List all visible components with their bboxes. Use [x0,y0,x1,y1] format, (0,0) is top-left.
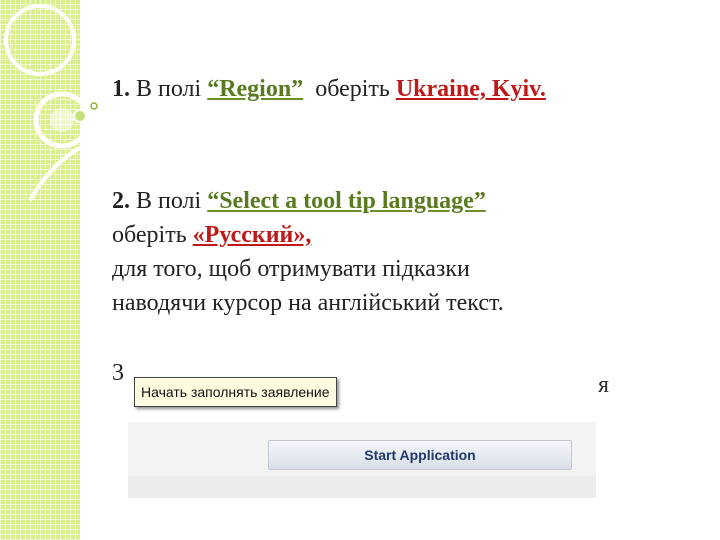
step-2: 2. В полі “Select a tool tip language” о… [112,184,504,320]
step-1-value: Ukraine, Kyiv. [395,76,546,102]
tooltip: Начать заполнять заявление [134,377,337,407]
step-2-line3: для того, щоб отримувати підказки [112,256,470,282]
step-2-number: 2. [112,188,130,214]
step-1-field: “Region” [207,76,304,102]
step-2-line2-pre: оберіть [112,222,193,248]
step-3-fragment: 3 [112,360,124,386]
decorative-circles-icon [4,4,101,202]
step-2-value: «Русский», [192,222,312,248]
step-1-number: 1. [112,76,130,102]
step-1: 1. В полі “Region” оберіть Ukraine, Kyiv… [112,72,546,106]
step-3-tail: я [598,372,610,398]
inset-bottom-bar [128,476,596,498]
step-2-field: “Select a tool tip language” [207,188,486,214]
step-2-pre: В полі [136,188,208,214]
step-1-mid: оберіть [303,76,396,102]
start-application-button[interactable]: Start Application [268,440,572,470]
step-2-line4: наводячи курсор на англійський текст. [112,290,504,316]
step-1-pre: В полі [136,76,208,102]
